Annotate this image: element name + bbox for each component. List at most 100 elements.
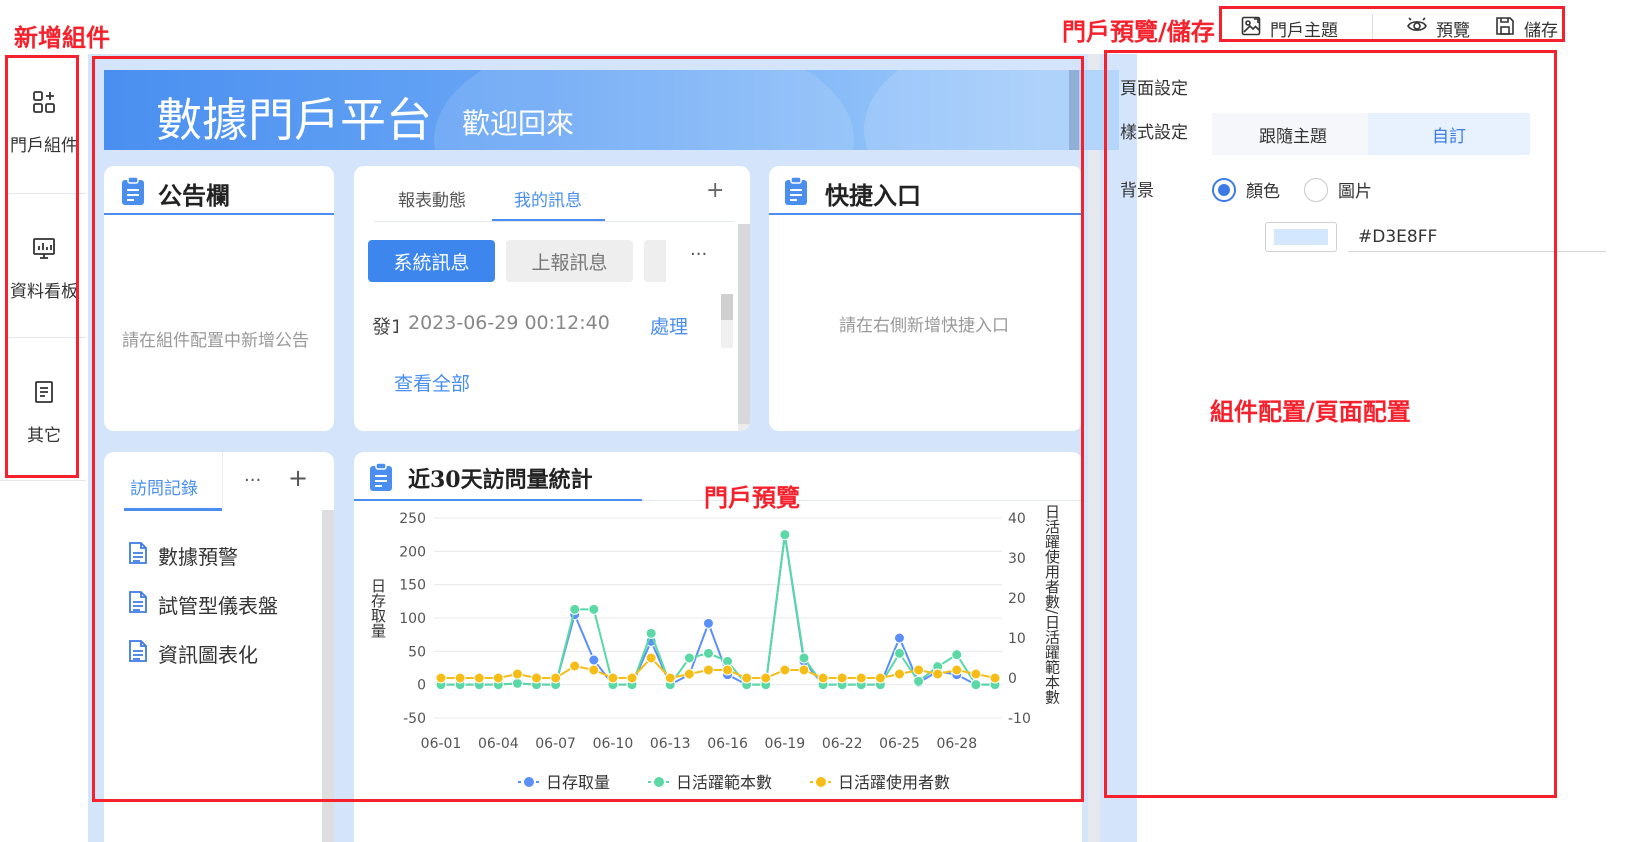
data-point	[683, 668, 695, 680]
save-button-label: 儲存	[1524, 20, 1558, 41]
y2-tick-label: 30	[1008, 551, 1026, 567]
color-hex-value: #D3E8FF	[1358, 226, 1438, 247]
color-swatch-picker[interactable]	[1265, 222, 1337, 252]
y-tick-label: 200	[399, 544, 426, 560]
data-point	[989, 672, 1001, 684]
color-swatch	[1274, 229, 1328, 245]
legend-label: 日活躍範本數	[676, 773, 772, 792]
handle-link[interactable]: 處理	[650, 312, 688, 339]
quick-entry-placeholder: 請在右側新增快捷入口	[839, 316, 1009, 336]
theme-button[interactable]: 門戶主題	[1240, 14, 1338, 42]
x-tick-label: 06-28	[936, 736, 977, 752]
add-tab-button[interactable]: +	[706, 178, 724, 203]
page-settings-heading: 頁面設定	[1120, 79, 1188, 99]
x-tick-label: 06-07	[535, 736, 576, 752]
preview-scrollbar[interactable]	[1088, 54, 1100, 842]
annotation-preview-save: 門戶預覽/儲存	[1062, 18, 1215, 46]
messages-card: 報表動態 我的訊息 + 系統訊息 上報訊息 ··· 發1 2023-06-29 …	[354, 166, 750, 431]
x-tick-label: 06-13	[650, 736, 691, 752]
more-button[interactable]: ···	[244, 470, 261, 491]
sidebar-item-others[interactable]: 其它	[8, 338, 80, 486]
stats-title: 近30天訪問量統計	[408, 467, 593, 493]
save-button[interactable]: 儲存	[1494, 14, 1558, 42]
x-tick-label: 06-04	[478, 736, 519, 752]
file-text-icon	[128, 541, 148, 570]
visit-item[interactable]: 資訊圖表化	[128, 639, 258, 668]
data-point	[645, 652, 657, 664]
sidebar-item-label: 其它	[27, 426, 61, 446]
style-custom-option[interactable]: 自訂	[1368, 113, 1530, 155]
data-point	[760, 672, 772, 684]
x-tick-label: 06-22	[822, 736, 863, 752]
y-tick-label: 50	[408, 644, 426, 660]
bg-image-radio[interactable]: 圖片	[1304, 177, 1372, 202]
legend-label: 日存取量	[546, 773, 610, 792]
data-point	[741, 672, 753, 684]
annotation-config: 組件配置/頁面配置	[1210, 398, 1411, 426]
tab-visit-records[interactable]: 訪問記錄	[130, 474, 198, 499]
bg-color-radio-label: 顏色	[1246, 182, 1280, 202]
data-point	[798, 652, 810, 664]
y-tick-label: 100	[399, 611, 426, 627]
data-point	[683, 652, 695, 664]
sidebar-item-portal-components[interactable]: 門戶組件	[8, 48, 80, 196]
file-text-icon	[128, 590, 148, 619]
bg-color-radio[interactable]: 顏色	[1212, 177, 1280, 202]
more-sub-tabs-button[interactable]: ···	[690, 244, 707, 265]
x-tick-label: 06-01	[421, 736, 462, 752]
sidebar-item-dashboard[interactable]: 資料看板	[8, 194, 80, 342]
data-point	[893, 647, 905, 659]
color-hex-input[interactable]: #D3E8FF	[1348, 222, 1606, 252]
quick-entry-card: 快捷入口 請在右側新增快捷入口	[769, 166, 1082, 431]
visits-line-chart: -50 0 50 100 150 200 250 -10 0 10 20 30 40 06-01 06-04…	[369, 504, 1061, 792]
card-scroll-thumb[interactable]	[738, 224, 750, 424]
legend-marker	[654, 777, 664, 787]
toolbar-divider	[1372, 14, 1373, 40]
y2-tick-label: -10	[1008, 711, 1031, 727]
data-point	[951, 649, 963, 661]
data-point	[893, 668, 905, 680]
visit-item[interactable]: 試管型儀表盤	[128, 590, 278, 619]
message-list-scroll-thumb[interactable]	[721, 294, 733, 320]
data-point	[511, 677, 523, 689]
legend-marker	[524, 777, 534, 787]
tab-divider	[222, 452, 223, 510]
legend-label: 日活躍使用者數	[838, 773, 950, 792]
quick-entry-title: 快捷入口	[825, 181, 921, 210]
radio-selected-icon	[1212, 177, 1236, 202]
tab-my-messages[interactable]: 我的訊息	[514, 186, 582, 211]
y-tick-label: 0	[417, 678, 426, 694]
file-text-icon	[128, 639, 148, 668]
view-all-link[interactable]: 查看全部	[394, 369, 470, 396]
data-point	[836, 672, 848, 684]
data-point	[970, 679, 982, 691]
preview-button[interactable]: 預覽	[1406, 14, 1470, 42]
data-point	[855, 672, 867, 684]
y2-axis-title: 日活躍使用者數/日活躍範本數	[1043, 504, 1061, 704]
sidebar-bottom-divider	[0, 480, 86, 481]
y-axis-title: 日存取量	[369, 578, 387, 638]
data-point	[454, 672, 466, 684]
data-point	[664, 672, 676, 684]
clipboard-icon	[120, 176, 146, 210]
clipboard-icon	[783, 176, 809, 210]
tab-divider	[374, 221, 734, 222]
x-tick-label: 06-25	[879, 736, 920, 752]
visit-item[interactable]: 數據預警	[128, 541, 238, 570]
data-point	[702, 617, 714, 629]
sub-tab-system-messages[interactable]: 系統訊息	[368, 240, 495, 282]
visits-scrollbar[interactable]	[322, 510, 334, 842]
tab-report-updates[interactable]: 報表動態	[398, 186, 466, 211]
sub-tab-reported-messages[interactable]: 上報訊息	[506, 240, 633, 282]
y2-tick-label: 20	[1008, 591, 1026, 607]
data-point	[569, 660, 581, 672]
sub-tab-overflow	[644, 240, 666, 282]
x-tick-label: 06-16	[707, 736, 748, 752]
data-point	[951, 664, 963, 676]
style-follow-theme-option[interactable]: 跟隨主題	[1212, 113, 1374, 155]
visit-item-label: 數據預警	[158, 545, 238, 569]
data-point	[531, 672, 543, 684]
add-button[interactable]: +	[288, 464, 308, 492]
announcement-placeholder: 請在組件配置中新增公告	[122, 331, 309, 351]
floppy-disk-icon	[1494, 15, 1516, 42]
